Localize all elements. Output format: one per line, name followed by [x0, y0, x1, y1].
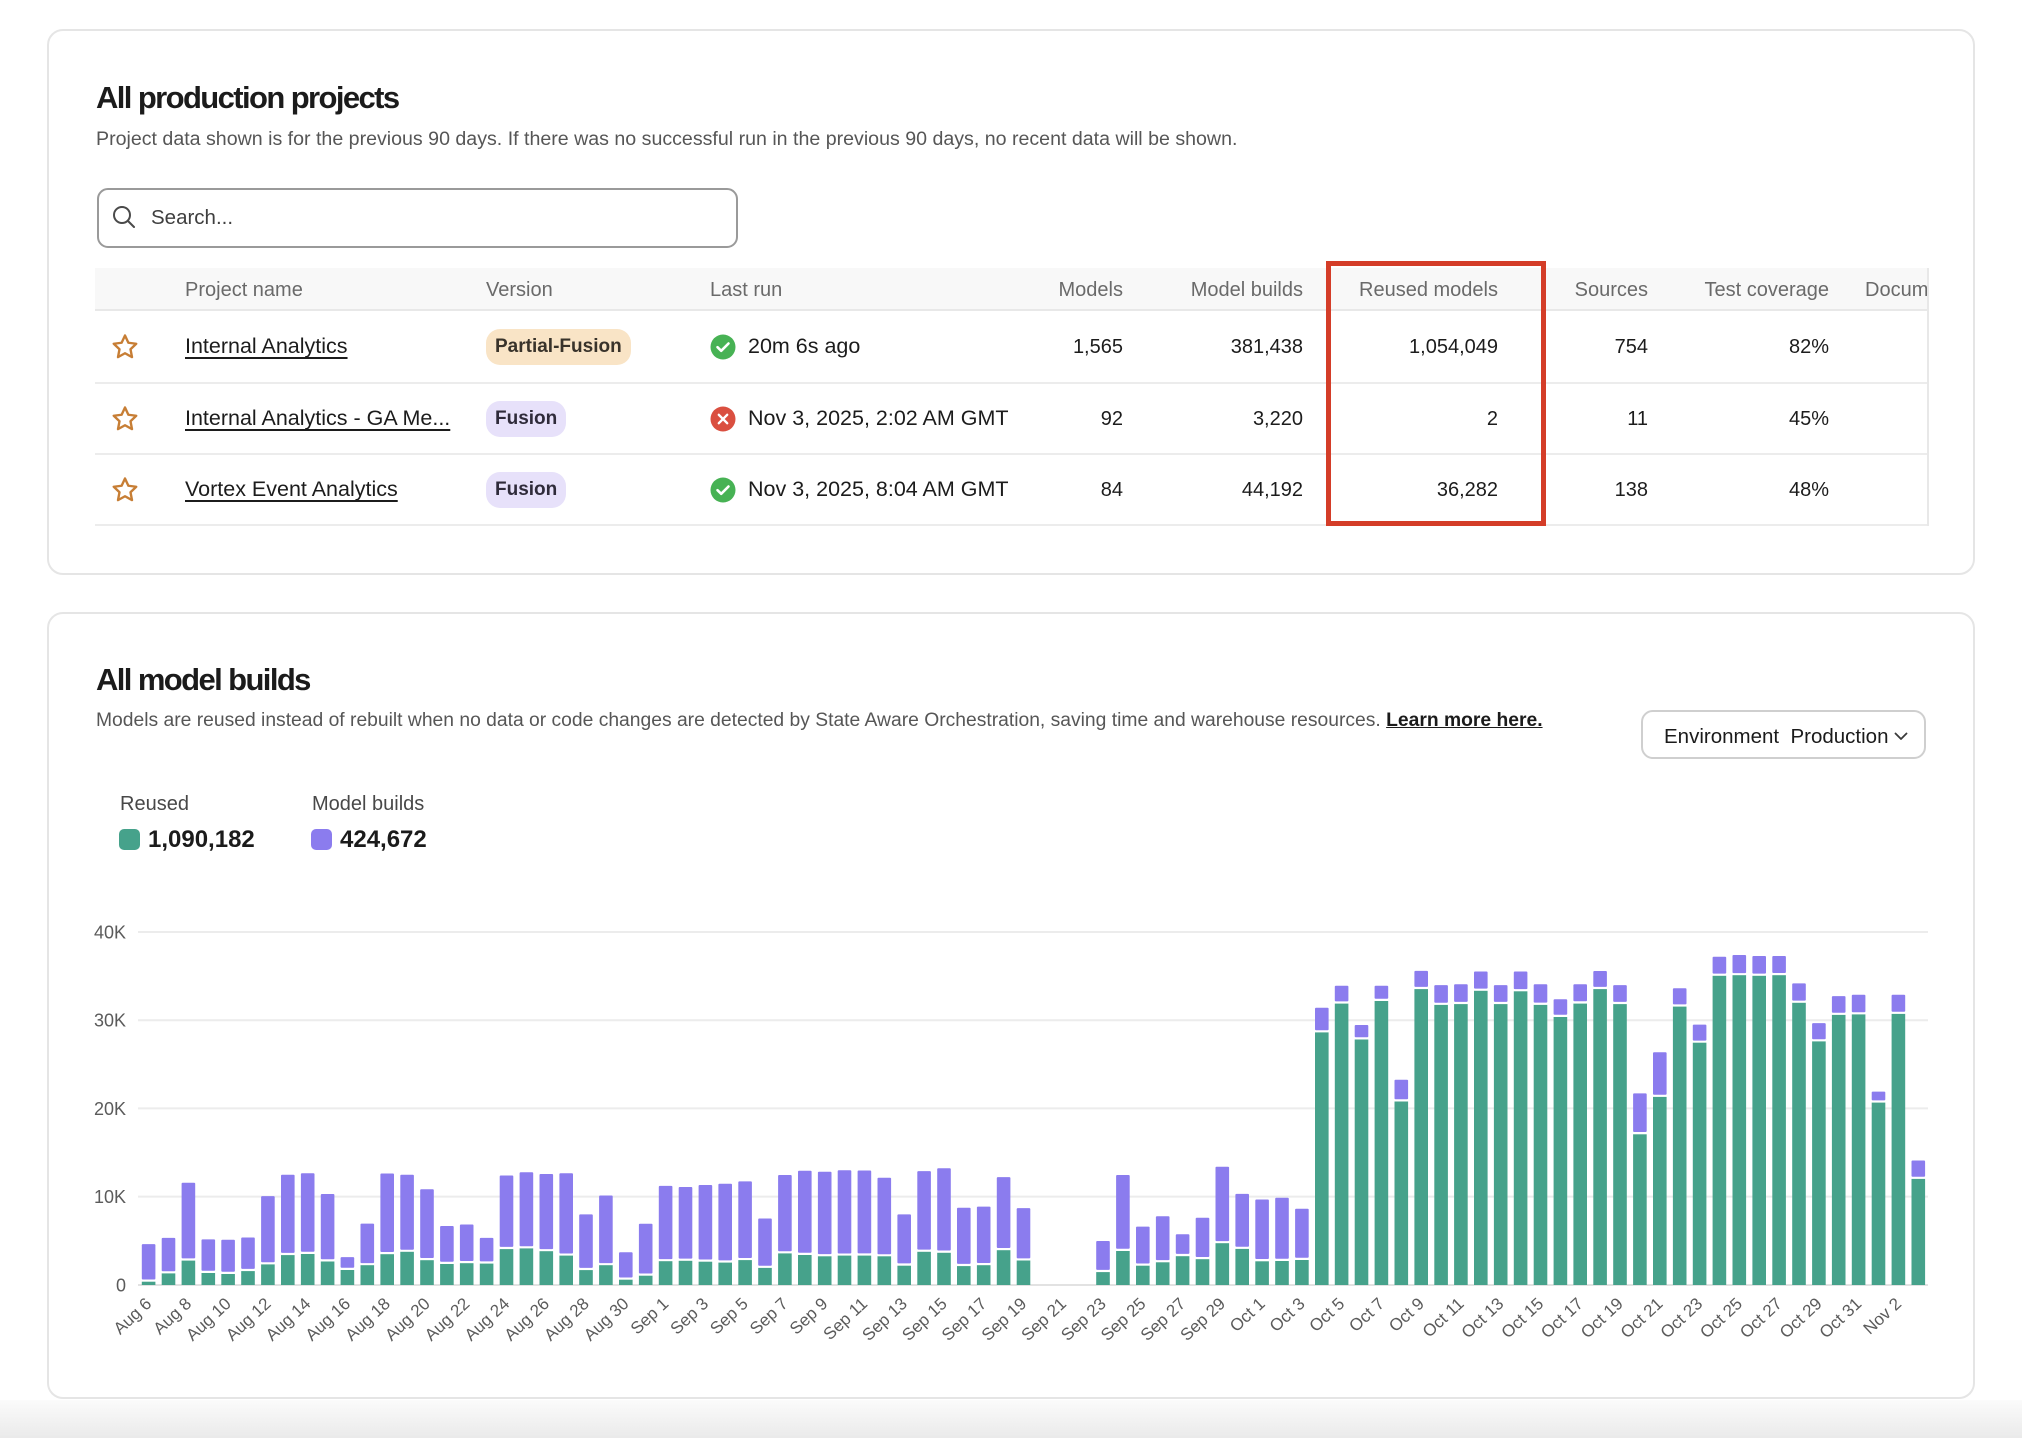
- svg-text:Oct 13: Oct 13: [1458, 1294, 1508, 1342]
- svg-text:20K: 20K: [94, 1099, 126, 1119]
- svg-text:Oct 19: Oct 19: [1577, 1294, 1627, 1342]
- svg-text:Oct 29: Oct 29: [1776, 1294, 1826, 1342]
- svg-text:Aug 30: Aug 30: [580, 1294, 632, 1345]
- svg-text:Oct 21: Oct 21: [1617, 1294, 1667, 1342]
- svg-text:Oct 7: Oct 7: [1345, 1294, 1388, 1336]
- svg-text:Oct 11: Oct 11: [1419, 1294, 1468, 1341]
- svg-text:Sep 29: Sep 29: [1177, 1294, 1229, 1345]
- svg-text:Oct 27: Oct 27: [1736, 1294, 1786, 1342]
- svg-text:Aug 6: Aug 6: [110, 1294, 155, 1338]
- svg-text:Oct 15: Oct 15: [1498, 1294, 1548, 1342]
- svg-text:Sep 5: Sep 5: [706, 1294, 751, 1338]
- svg-text:Nov 2: Nov 2: [1860, 1294, 1905, 1338]
- svg-text:Oct 1: Oct 1: [1226, 1294, 1269, 1336]
- svg-text:Sep 7: Sep 7: [746, 1294, 791, 1338]
- svg-text:Sep 1: Sep 1: [627, 1294, 672, 1338]
- svg-text:Oct 5: Oct 5: [1306, 1294, 1349, 1336]
- svg-text:Oct 17: Oct 17: [1537, 1294, 1587, 1342]
- svg-text:10K: 10K: [94, 1187, 126, 1207]
- svg-text:Oct 23: Oct 23: [1657, 1294, 1707, 1342]
- svg-text:Sep 3: Sep 3: [667, 1294, 712, 1338]
- svg-text:Oct 31: Oct 31: [1816, 1294, 1866, 1342]
- svg-text:30K: 30K: [94, 1011, 126, 1031]
- svg-text:40K: 40K: [94, 923, 126, 943]
- svg-text:0: 0: [116, 1276, 126, 1296]
- svg-text:Oct 25: Oct 25: [1696, 1294, 1746, 1342]
- svg-text:Oct 3: Oct 3: [1266, 1294, 1309, 1336]
